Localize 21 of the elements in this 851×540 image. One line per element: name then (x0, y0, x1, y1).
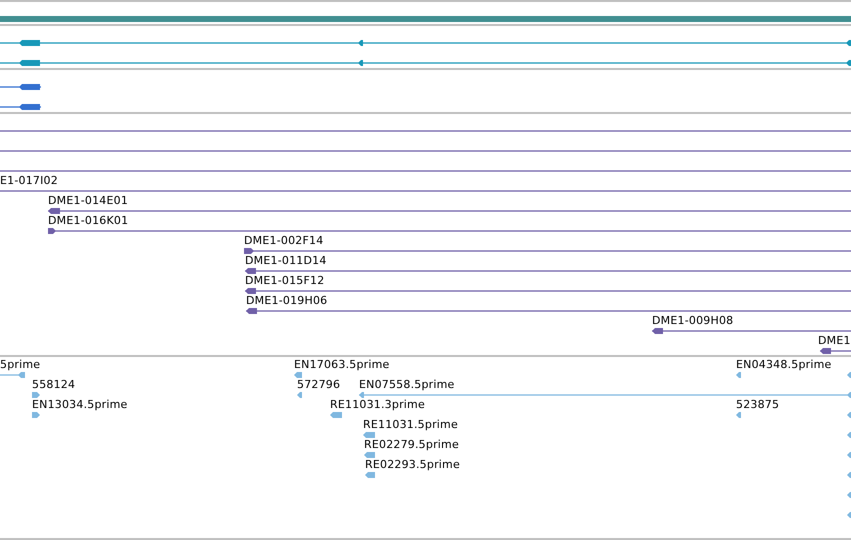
feature-label: EN07558.5prime (359, 378, 455, 391)
feature-label: DME1-016K01 (48, 214, 128, 227)
feature-label: 572796 (297, 378, 340, 391)
feature-label: DME1 (818, 334, 851, 347)
feature-label: DME1-014E01 (48, 194, 128, 207)
feature-label: E1-017I02 (0, 174, 58, 187)
feature-label: EN17063.5prime (294, 358, 390, 371)
feature-label: 5prime (0, 358, 40, 371)
feature-label: DME1-009H08 (652, 314, 734, 327)
feature-label: 523875 (736, 398, 780, 411)
feature-label: DME1-011D14 (245, 254, 327, 267)
feature-label: RE11031.3prime (330, 398, 425, 411)
feature-label: RE02293.5prime (365, 458, 460, 471)
feature-label: RE11031.5prime (363, 418, 458, 431)
feature-label: DME1-002F14 (244, 234, 324, 247)
feature-label: DME1-019H06 (246, 294, 328, 307)
feature-label: EN04348.5prime (736, 358, 832, 371)
feature-label: DME1-015F12 (245, 274, 324, 287)
feature-label: 558124 (32, 378, 76, 391)
feature-label: RE02279.5prime (364, 438, 459, 451)
feature-label: EN13034.5prime (32, 398, 128, 411)
